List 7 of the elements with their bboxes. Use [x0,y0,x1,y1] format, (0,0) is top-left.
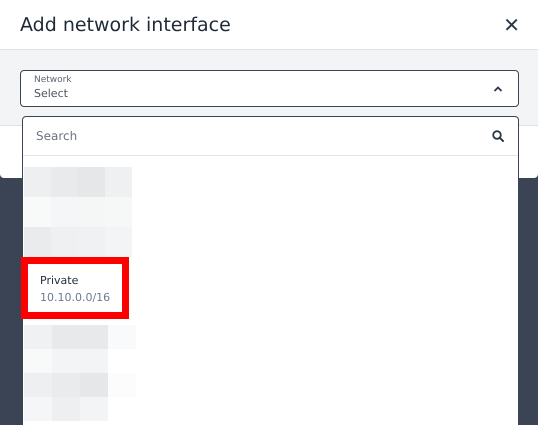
search-icon [492,130,504,142]
chevron-icon [493,86,503,92]
dialog-title: Add network interface [20,14,231,36]
close-button[interactable]: ✕ [497,10,526,38]
network-option[interactable]: Private 10.10.0.0/16 [21,257,130,319]
network-select[interactable]: Network Select [20,70,519,107]
search-field[interactable]: Search [34,128,492,144]
